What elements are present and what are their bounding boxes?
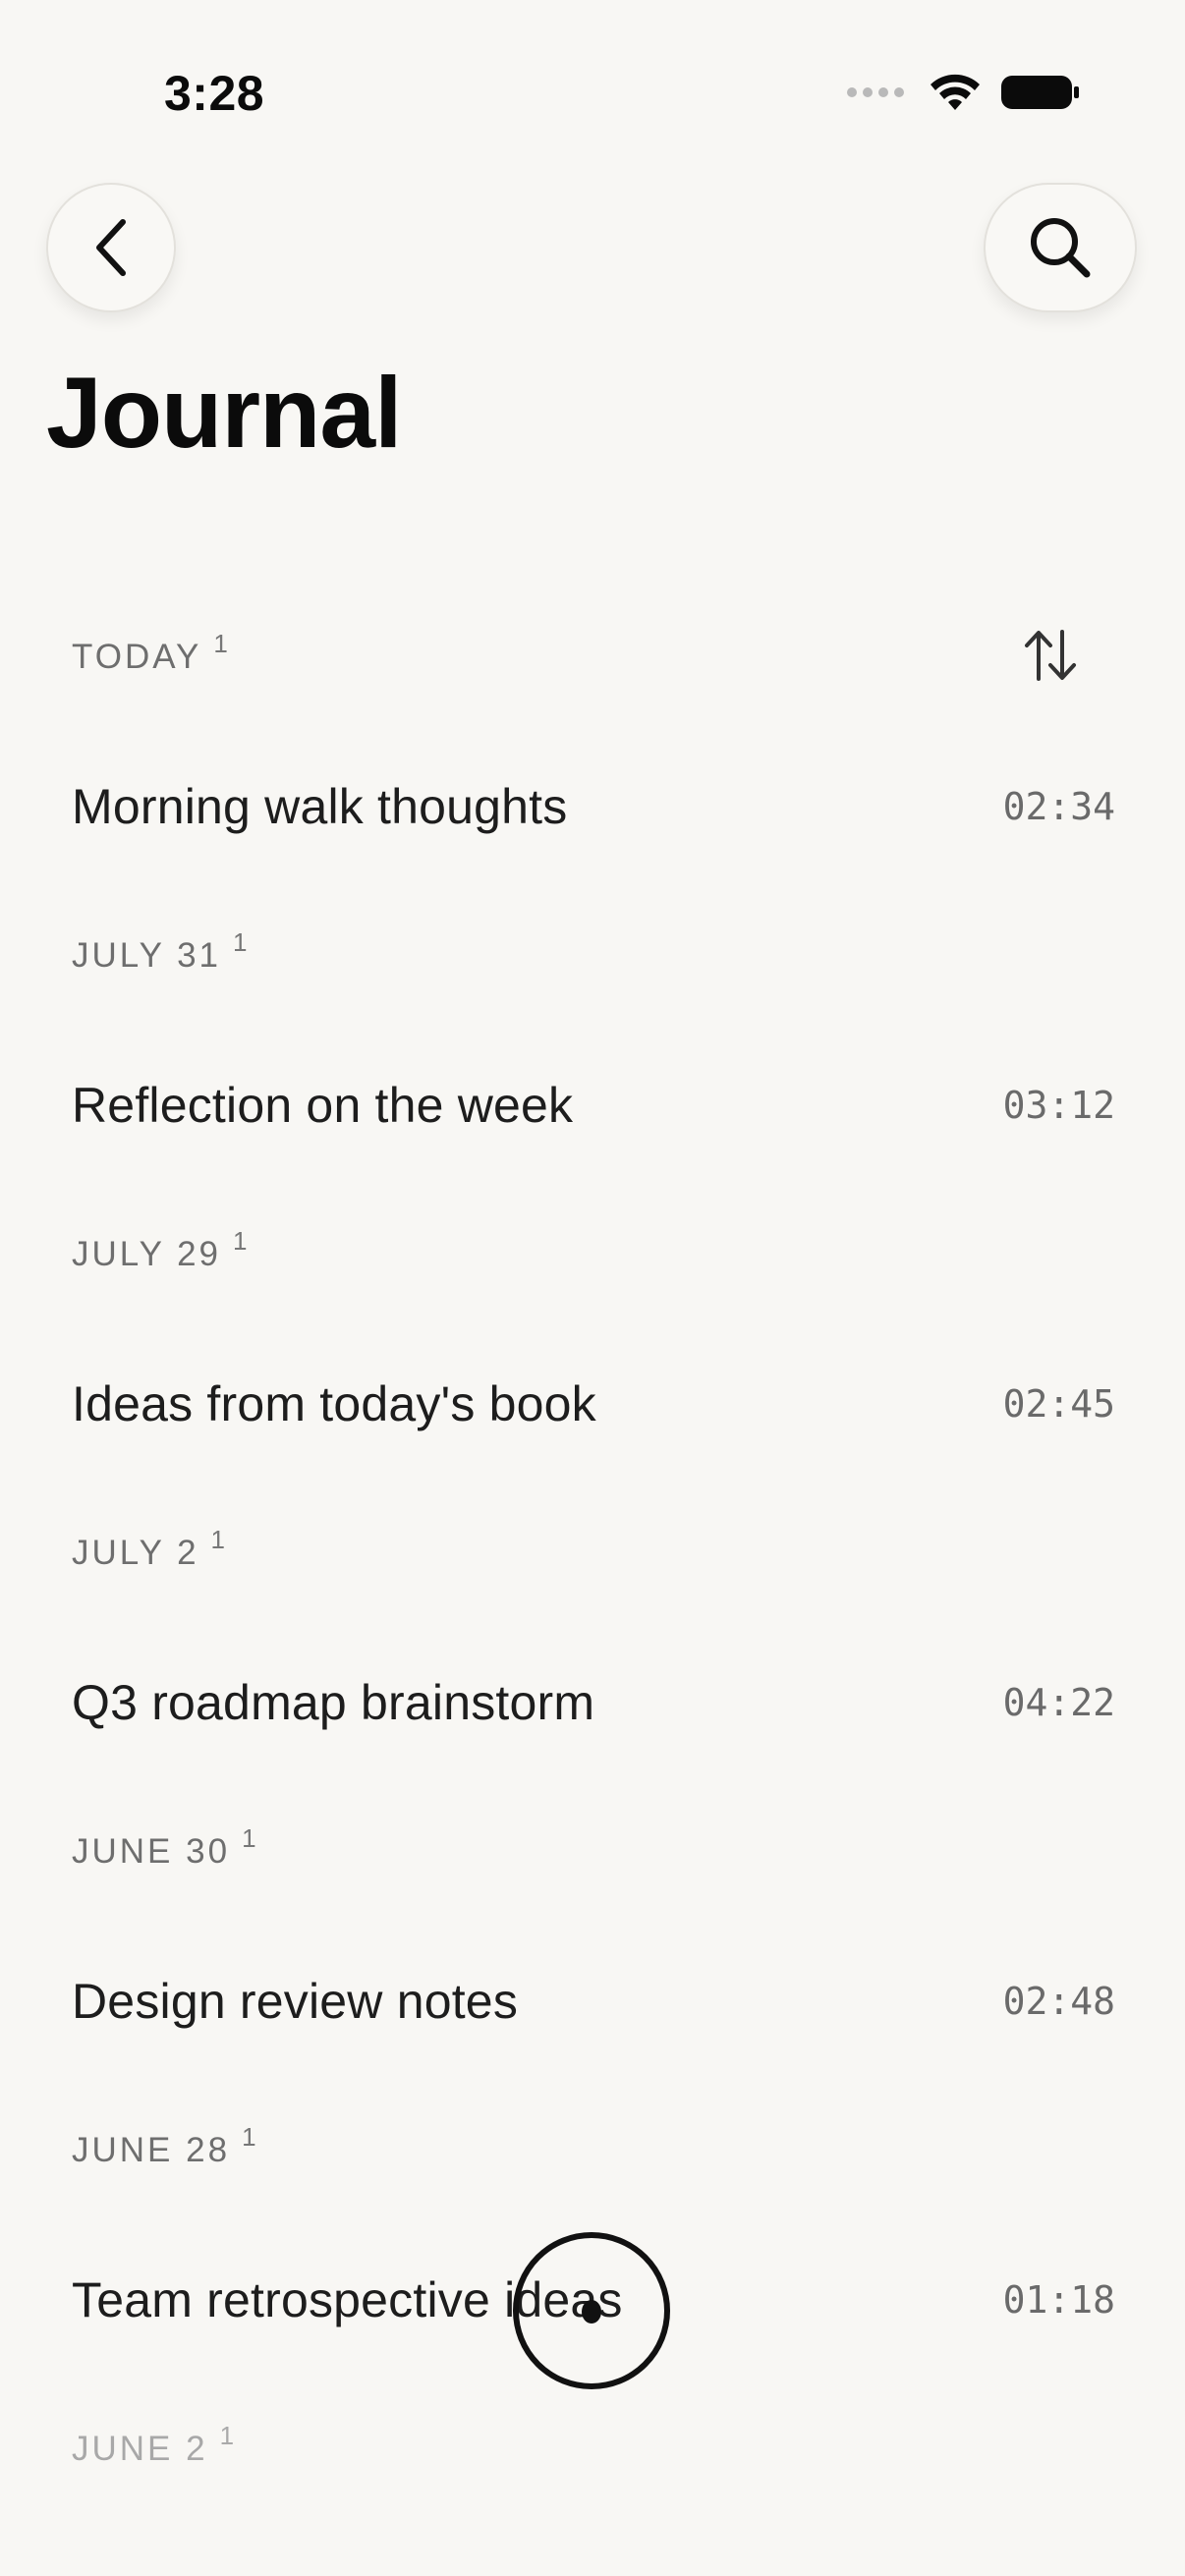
status-icons — [847, 73, 1081, 112]
journal-entry-row[interactable]: Reflection on the week 03:12 — [72, 1004, 1115, 1206]
entry-title: Q3 roadmap brainstorm — [72, 1675, 595, 1730]
battery-icon — [1001, 76, 1079, 109]
entry-duration: 03:12 — [1002, 1084, 1115, 1127]
section-date-label: JUNE 28 — [72, 2131, 231, 2169]
touch-point — [582, 2300, 601, 2324]
section-header: JUNE 2 1 — [72, 2401, 1113, 2497]
search-button[interactable] — [984, 183, 1137, 312]
back-button[interactable] — [46, 183, 176, 312]
journal-entry-row[interactable]: Design review notes 02:48 — [72, 1900, 1115, 2102]
section-count: 1 — [233, 926, 248, 957]
entry-title: Morning walk thoughts — [72, 779, 568, 834]
section-date-label: TODAY — [72, 638, 202, 676]
journal-entry-row[interactable]: Q3 roadmap brainstorm 04:22 — [72, 1601, 1115, 1804]
section-header: JUNE 28 1 — [72, 2102, 1113, 2199]
section-date-label: JULY 31 — [72, 936, 222, 975]
section-header: JUNE 30 1 — [72, 1804, 1113, 1900]
journal-list: TODAY 1 Morning walk thoughts 02:34 JULY… — [72, 609, 1115, 2497]
status-time: 3:28 — [164, 66, 265, 121]
entry-duration: 01:18 — [1002, 2278, 1115, 2322]
cellular-signal-icon — [847, 87, 904, 97]
entry-title: Ideas from today's book — [72, 1376, 596, 1431]
entry-duration: 02:45 — [1002, 1382, 1115, 1426]
entry-duration: 02:34 — [1002, 785, 1115, 828]
entry-duration: 02:48 — [1002, 1980, 1115, 2023]
journal-entry-row[interactable]: Ideas from today's book 02:45 — [72, 1303, 1115, 1505]
section-date-label: JULY 29 — [72, 1235, 222, 1273]
section-count: 1 — [210, 1524, 226, 1554]
section-date-label: JUNE 30 — [72, 1832, 231, 1871]
entry-duration: 04:22 — [1002, 1681, 1115, 1724]
wifi-icon — [931, 74, 980, 110]
section-count: 1 — [242, 1822, 256, 1853]
section-header: JULY 31 1 — [72, 908, 1113, 1004]
page-title: Journal — [46, 357, 402, 469]
section-count: 1 — [233, 1225, 248, 1256]
section-date-label: JUNE 2 — [72, 2430, 208, 2468]
journal-entry-row[interactable]: Morning walk thoughts 02:34 — [72, 705, 1115, 908]
section-count: 1 — [219, 2420, 235, 2450]
section-header: JULY 29 1 — [72, 1206, 1113, 1303]
magnifier-icon — [1031, 218, 1091, 278]
chevron-left-icon — [96, 219, 126, 276]
section-date-label: JULY 2 — [72, 1534, 199, 1572]
entry-title: Reflection on the week — [72, 1078, 574, 1133]
section-count: 1 — [213, 628, 228, 658]
section-count: 1 — [242, 2121, 256, 2152]
section-header: JULY 2 1 — [72, 1505, 1113, 1601]
section-header: TODAY 1 — [72, 609, 1113, 705]
entry-title: Design review notes — [72, 1974, 519, 2029]
